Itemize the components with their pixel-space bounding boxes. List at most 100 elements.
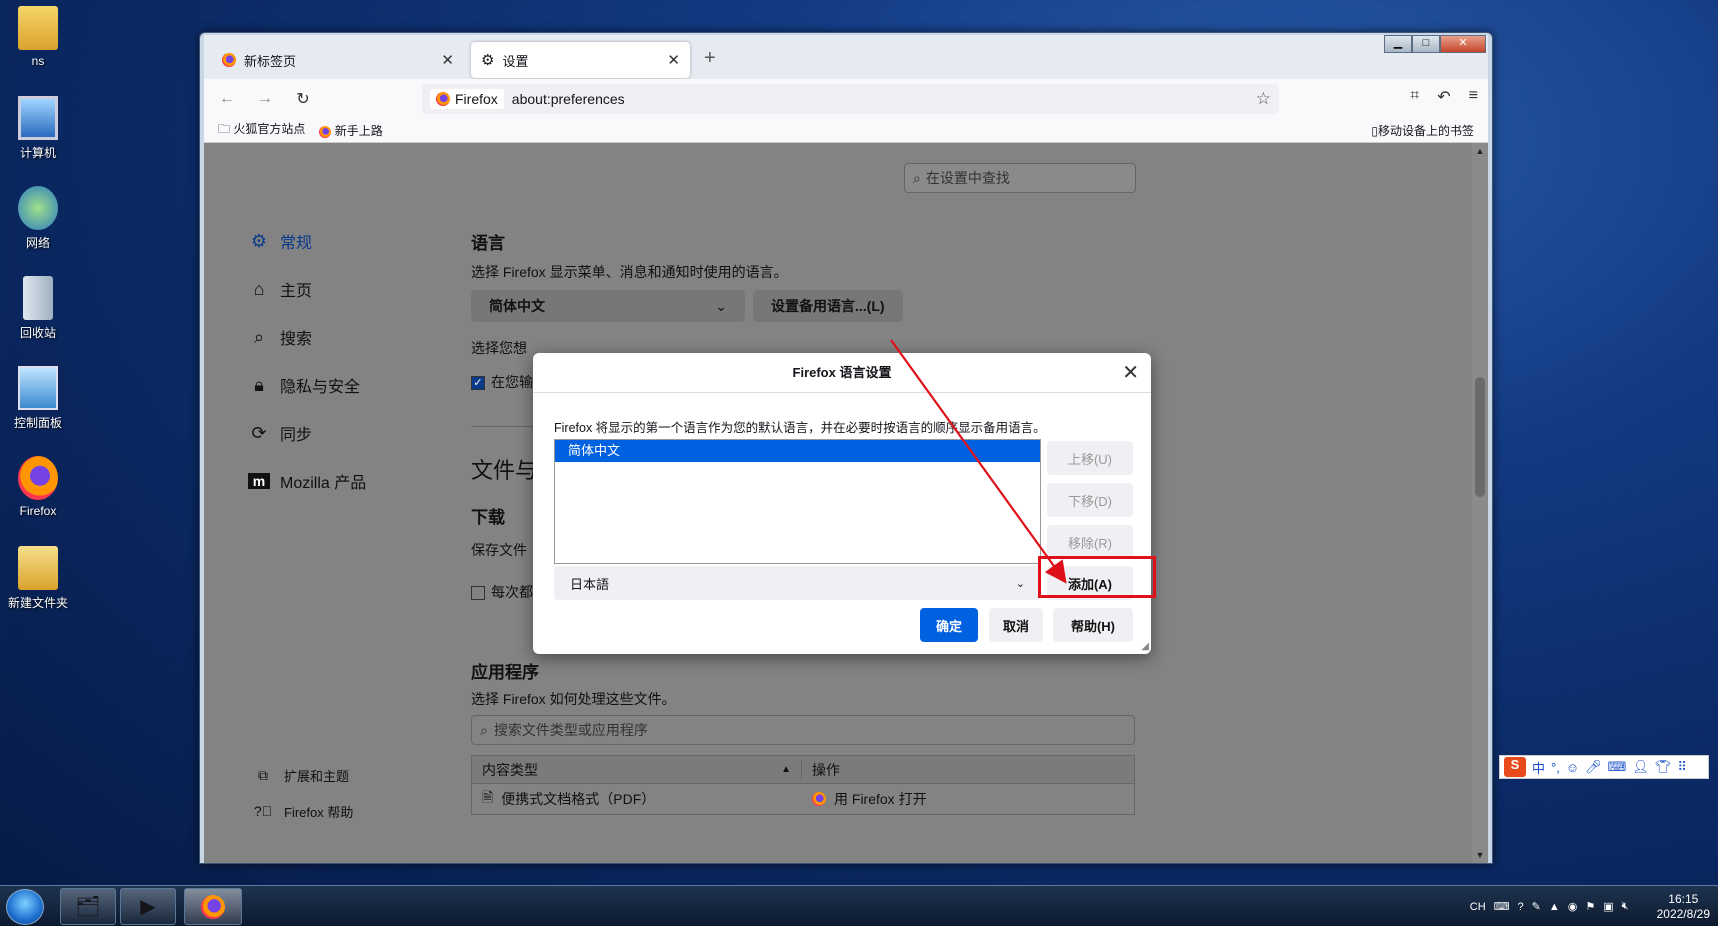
move-up-button[interactable]: 上移(U) <box>1047 441 1133 475</box>
language-list[interactable]: 简体中文 <box>554 439 1041 564</box>
preferences-sidebar-footer: ⧉ 扩展和主题 ?⃝ Firefox 帮助 <box>252 757 354 829</box>
close-tab-icon[interactable]: ✕ <box>667 51 680 69</box>
emoji-icon[interactable]: ☺ <box>1566 760 1579 775</box>
scrollbar-thumb[interactable] <box>1475 377 1485 497</box>
user-icon[interactable]: 👤︎ <box>1632 759 1649 775</box>
bookmark-item[interactable]: 新手上路 <box>319 122 383 139</box>
ime-icon[interactable]: ◉ <box>1568 900 1578 913</box>
keyboard-icon[interactable]: ⌨ <box>1608 759 1627 775</box>
skin-shirt-icon[interactable]: 👕︎ <box>1655 759 1672 775</box>
checkbox-checked-icon[interactable]: ✓ <box>471 376 485 391</box>
desktop-icon-recycle-bin[interactable]: 回收站 <box>6 276 70 341</box>
volume-muted-icon[interactable]: 🔇︎ <box>1622 900 1629 913</box>
scroll-up-icon[interactable]: ▲ <box>1472 146 1488 156</box>
checkbox-unchecked-icon[interactable] <box>471 586 485 601</box>
sidebar-item-help[interactable]: ?⃝ Firefox 帮助 <box>252 793 354 829</box>
help-button[interactable]: 帮助(H) <box>1053 608 1133 642</box>
close-icon[interactable]: ✕ <box>1122 353 1139 393</box>
desktop-icon-ns[interactable]: ns <box>6 6 70 68</box>
desktop-icon-network[interactable]: 网络 <box>6 186 70 251</box>
keyboard-icon[interactable]: ⌨ <box>1494 900 1510 913</box>
maximize-button[interactable]: □ <box>1412 35 1440 53</box>
flag-icon[interactable]: ⚑ <box>1585 900 1595 913</box>
ok-button[interactable]: 确定 <box>920 608 978 642</box>
bookmark-star-icon[interactable]: ☆ <box>1256 89 1271 109</box>
preferences-search-input[interactable]: ⌕ 在设置中查找 <box>904 163 1136 193</box>
cell-text: 用 Firefox 打开 <box>834 791 927 807</box>
language-select[interactable]: 简体中文 ⌄ <box>471 290 745 322</box>
microphone-icon[interactable]: 🎤︎ <box>1585 759 1602 775</box>
window-controls: ▁ □ ✕ <box>1384 35 1486 53</box>
clock-date: 2022/8/29 <box>1656 906 1710 921</box>
help-circle-icon[interactable]: ? <box>1518 901 1524 913</box>
sidebar-item-sync[interactable]: ⟳ 同步 <box>248 409 366 457</box>
back-arrow-icon[interactable]: ← <box>214 86 240 112</box>
desktop-icon-firefox[interactable]: Firefox <box>6 456 70 518</box>
resize-grip-icon[interactable]: ◢ <box>1141 641 1149 652</box>
forward-arrow-icon[interactable]: → <box>252 86 278 112</box>
sidebar-item-privacy[interactable]: 🔒︎ 隐私与安全 <box>248 361 366 409</box>
cancel-button[interactable]: 取消 <box>989 608 1043 642</box>
input-language-indicator[interactable]: CH <box>1470 901 1486 913</box>
reload-icon[interactable]: ↻ <box>290 86 316 112</box>
sync-icon: ⟳ <box>251 422 267 443</box>
vertical-scrollbar[interactable]: ▲ ▼ <box>1472 143 1488 863</box>
applications-heading: 应用程序 <box>471 663 539 682</box>
desktop-icon-label: ns <box>31 54 45 68</box>
language-heading: 语言 <box>471 234 505 253</box>
start-button[interactable] <box>6 889 44 925</box>
close-window-button[interactable]: ✕ <box>1440 35 1486 53</box>
url-bar[interactable]: Firefox about:preferences ☆ <box>422 84 1279 114</box>
ime-toolbar: S 中 °, ☺ 🎤︎ ⌨ 👤︎ 👕︎ ⠿ <box>1499 755 1709 779</box>
nav-toolbar: ← → ↻ Firefox about:preferences ☆ ⌗ ↶ ≡ <box>204 79 1488 119</box>
close-tab-icon[interactable]: ✕ <box>441 51 454 69</box>
recycle-bin-icon <box>23 276 53 320</box>
sidebar-item-search[interactable]: ⌕ 搜索 <box>248 313 366 361</box>
sogou-logo-icon[interactable]: S <box>1504 757 1526 777</box>
tab-settings[interactable]: ⚙ 设置 ✕ <box>471 42 690 78</box>
show-hidden-icons-icon[interactable]: ▲ <box>1549 901 1560 913</box>
column-header-type[interactable]: 内容类型 ▲ <box>472 759 802 780</box>
undo-back-icon[interactable]: ↶ <box>1437 87 1450 107</box>
punctuation-icon[interactable]: °, <box>1551 760 1560 775</box>
minimize-button[interactable]: ▁ <box>1384 35 1412 53</box>
identity-box[interactable]: Firefox <box>430 89 504 109</box>
tab-new-tab[interactable]: 新标签页 ✕ <box>212 42 464 78</box>
hamburger-menu-icon[interactable]: ≡ <box>1469 87 1478 107</box>
taskbar-media-player[interactable]: ▶ <box>120 888 176 925</box>
taskbar-explorer[interactable]: 🗂 <box>60 888 116 925</box>
dialog-description: Firefox 将显示的第一个语言作为您的默认语言，并在必要时按语言的顺序显示备… <box>554 421 1046 435</box>
bookmark-item[interactable]: 🗀 火狐官方站点 <box>218 120 305 141</box>
identity-label: Firefox <box>455 91 498 107</box>
sidebar-item-mozilla[interactable]: m Mozilla 产品 <box>248 457 366 505</box>
pen-icon[interactable]: ✎ <box>1532 900 1541 913</box>
desktop-icon-new-folder[interactable]: 新建文件夹 <box>6 546 70 611</box>
taskbar-firefox[interactable] <box>184 888 242 925</box>
applications-search-input[interactable]: ⌕ 搜索文件类型或应用程序 <box>471 715 1135 745</box>
table-cell-type: 🗎 便携式文档格式（PDF） <box>472 787 802 811</box>
sidebar-item-home[interactable]: ⌂ 主页 <box>248 265 366 313</box>
grid-menu-icon[interactable]: ⠿ <box>1677 759 1687 775</box>
desktop-icon-control-panel[interactable]: 控制面板 <box>6 366 70 431</box>
ime-mode-indicator[interactable]: 中 <box>1532 758 1545 777</box>
sidebar-item-extensions[interactable]: ⧉ 扩展和主题 <box>252 757 353 793</box>
list-item[interactable]: 简体中文 <box>555 440 1040 462</box>
scroll-down-icon[interactable]: ▼ <box>1472 850 1488 860</box>
table-row[interactable]: 🗎 便携式文档格式（PDF） 用 Firefox 打开 <box>472 784 1134 814</box>
new-tab-plus-icon[interactable]: + <box>704 47 716 70</box>
mobile-bookmarks[interactable]: ▯移动设备上的书签 <box>1371 122 1474 139</box>
sidebar-item-label: 扩展和主题 <box>284 768 350 784</box>
remove-button[interactable]: 移除(R) <box>1047 525 1133 559</box>
clock[interactable]: 16:15 2022/8/29 <box>1657 892 1710 922</box>
desktop-icon-computer[interactable]: 计算机 <box>6 96 70 161</box>
available-languages-select[interactable]: 日本語 ⌄ <box>554 566 1041 600</box>
network-icon[interactable]: ▣ <box>1603 900 1613 913</box>
taskbar: 🗂 ▶ CH ⌨ ? ✎ ▲ ◉ ⚑ ▣ 🔇︎ 16:15 2022/8/29 <box>0 885 1718 926</box>
move-down-button[interactable]: 下移(D) <box>1047 483 1133 517</box>
tab-strip: 新标签页 ✕ ⚙ 设置 ✕ + ▁ □ ✕ <box>204 35 1488 79</box>
alternative-languages-button[interactable]: 设置备用语言...(L) <box>753 290 903 322</box>
sidebar-item-general[interactable]: ⚙ 常规 <box>248 217 366 265</box>
column-header-action[interactable]: 操作 <box>802 760 840 780</box>
screenshot-crop-icon[interactable]: ⌗ <box>1410 87 1419 107</box>
folder-icon: 🗂 <box>75 896 101 918</box>
